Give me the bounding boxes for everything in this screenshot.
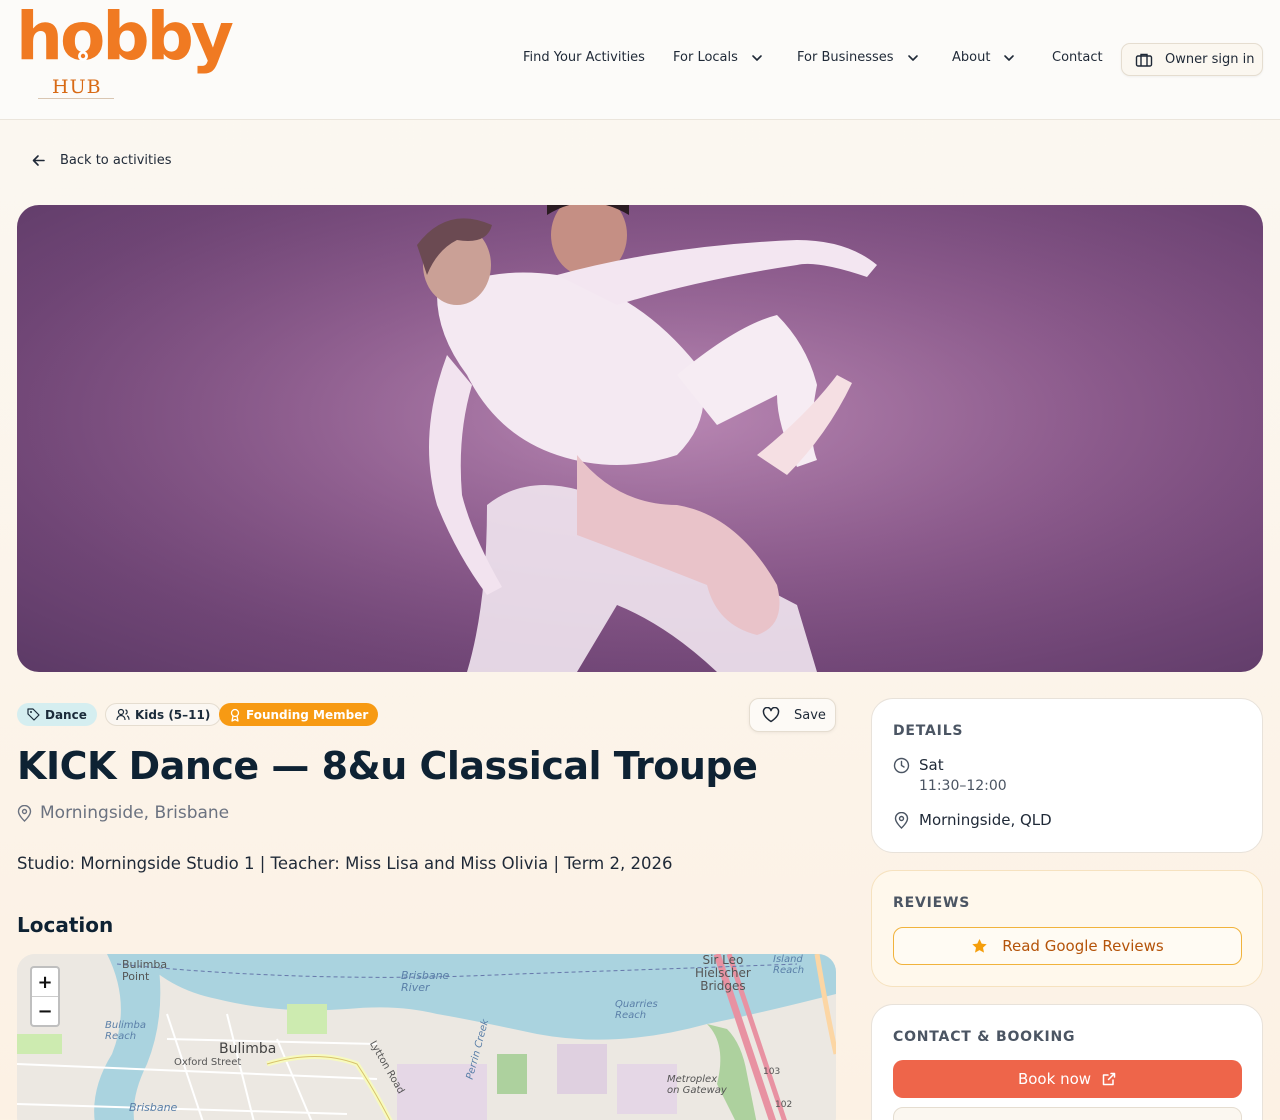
dance-photo-illustration xyxy=(17,205,1263,672)
nav-label: About xyxy=(952,50,991,65)
tag-age-label: Kids (5–11) xyxy=(135,707,211,722)
chevron-down-icon xyxy=(752,54,762,61)
details-card: DETAILS Sat 11:30–12:00 Morningside, QLD xyxy=(871,698,1263,853)
logo-sub: HUB xyxy=(52,76,102,98)
map-label: Quarries Reach xyxy=(615,999,658,1021)
chevron-down-icon xyxy=(907,54,918,61)
place-row: Morningside, QLD xyxy=(893,811,1052,829)
contact-heading: CONTACT & BOOKING xyxy=(893,1029,1076,1045)
schedule-row: Sat 11:30–12:00 xyxy=(893,756,1007,794)
zoom-in-button[interactable]: + xyxy=(32,968,58,997)
location-map[interactable]: + − Bulimba Point Brisbane River Bulimba… xyxy=(17,954,836,1120)
book-now-label: Book now xyxy=(1017,1070,1092,1088)
tag-category-label: Dance xyxy=(45,707,87,722)
map-zoom-control: + − xyxy=(30,966,60,1027)
logo-divider xyxy=(38,98,114,99)
external-link-icon xyxy=(1102,1072,1116,1086)
map-label: Brisbane River xyxy=(401,969,450,995)
save-label: Save xyxy=(794,707,826,723)
details-heading: DETAILS xyxy=(893,723,964,739)
read-google-reviews-button[interactable]: Read Google Reviews xyxy=(893,927,1242,965)
owner-sign-in-label: Owner sign in xyxy=(1165,52,1255,67)
award-icon xyxy=(230,708,240,722)
nav-for-businesses[interactable]: For Businesses xyxy=(797,50,920,65)
nav-label: For Locals xyxy=(673,50,738,65)
heart-icon xyxy=(762,707,780,723)
secondary-contact-button[interactable] xyxy=(893,1107,1242,1120)
activity-location: Morningside, Brisbane xyxy=(17,803,229,823)
tag-category[interactable]: Dance xyxy=(17,703,97,726)
founding-member-label: Founding Member xyxy=(246,707,369,722)
map-label: Sir Leo Hielscher Bridges xyxy=(695,954,751,994)
back-link-label: Back to activities xyxy=(60,153,172,168)
star-icon xyxy=(972,939,987,953)
tag-icon xyxy=(27,708,40,721)
arrow-left-icon xyxy=(32,155,45,166)
map-label: Brisbane xyxy=(129,1101,178,1114)
schedule-day: Sat xyxy=(919,756,944,774)
clock-icon xyxy=(893,757,910,774)
reviews-card: REVIEWS Read Google Reviews xyxy=(871,870,1263,987)
site-header: hobby HUB Find Your Activities For Local… xyxy=(0,0,1280,120)
activity-description: Studio: Morningside Studio 1 | Teacher: … xyxy=(17,854,673,873)
map-pin-icon xyxy=(17,804,32,822)
location-pin-icon xyxy=(78,51,88,61)
map-label: Oxford Street xyxy=(174,1057,242,1068)
owner-sign-in-button[interactable]: Owner sign in xyxy=(1121,43,1263,76)
reviews-heading: REVIEWS xyxy=(893,895,971,911)
save-button[interactable]: Save xyxy=(749,698,836,732)
hero-image xyxy=(17,205,1263,672)
nav-label: For Businesses xyxy=(797,50,894,65)
map-pin-icon xyxy=(894,812,909,829)
location-heading: Location xyxy=(17,913,114,937)
book-now-button[interactable]: Book now xyxy=(893,1060,1242,1098)
map-label: Bulimba Point xyxy=(122,958,168,984)
hobbyhub-logo[interactable]: hobby HUB xyxy=(16,4,234,102)
nav-about[interactable]: About xyxy=(952,50,1016,65)
read-google-reviews-label: Read Google Reviews xyxy=(1002,937,1164,955)
chevron-down-icon xyxy=(1004,54,1015,61)
founding-member-badge: Founding Member xyxy=(219,703,379,726)
nav-label: Find Your Activities xyxy=(523,50,645,65)
nav-contact[interactable]: Contact xyxy=(1052,50,1103,65)
nav-find-activities[interactable]: Find Your Activities xyxy=(523,50,645,65)
nav-for-locals[interactable]: For Locals xyxy=(673,50,764,65)
activity-title: KICK Dance — 8&u Classical Troupe xyxy=(17,744,758,788)
users-icon xyxy=(116,708,130,721)
tag-age-group[interactable]: Kids (5–11) xyxy=(105,703,222,726)
zoom-out-button[interactable]: − xyxy=(32,997,58,1026)
map-label: Bulimba xyxy=(219,1041,277,1057)
map-label: Bulimba Reach xyxy=(105,1020,146,1042)
back-to-activities-link[interactable]: Back to activities xyxy=(31,153,171,168)
map-label: Island Reach xyxy=(773,954,805,976)
briefcase-icon xyxy=(1135,53,1153,67)
logo-word: hobby xyxy=(16,0,234,75)
map-label: Metroplex on Gateway xyxy=(667,1074,727,1096)
place-text: Morningside, QLD xyxy=(919,811,1052,829)
schedule-time: 11:30–12:00 xyxy=(919,778,1007,794)
nav-label: Contact xyxy=(1052,50,1103,65)
activity-location-text: Morningside, Brisbane xyxy=(40,803,230,823)
map-label: 102 xyxy=(775,1100,793,1110)
contact-booking-card: CONTACT & BOOKING Book now xyxy=(871,1004,1263,1120)
map-label: 103 xyxy=(763,1067,781,1077)
